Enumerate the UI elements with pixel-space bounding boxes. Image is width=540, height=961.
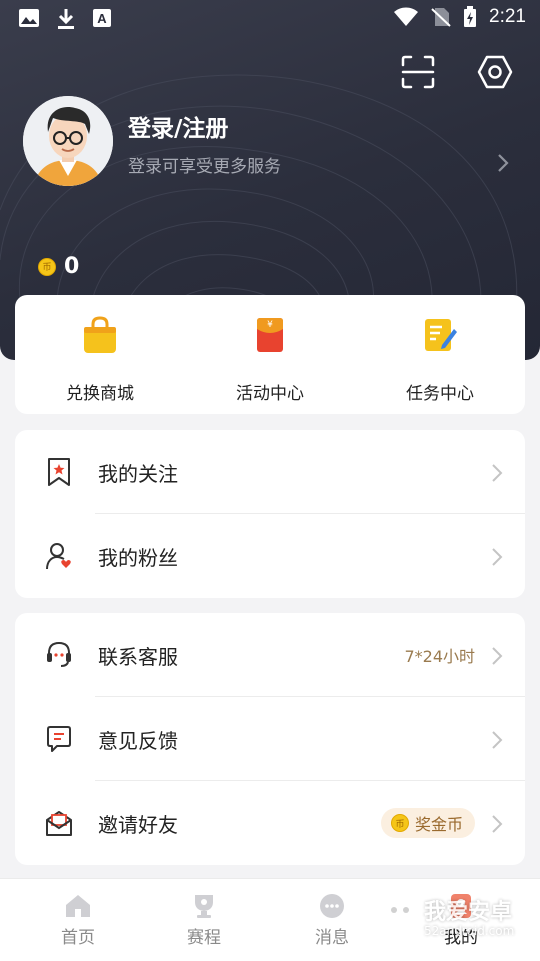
- my-follows-row[interactable]: 我的关注: [15, 430, 525, 514]
- chevron-right-icon: [492, 731, 503, 749]
- settings-button[interactable]: [477, 54, 513, 90]
- quick-label: 活动中心: [236, 384, 304, 404]
- customer-service-row[interactable]: 联系客服 7*24小时: [15, 613, 525, 697]
- row-label: 我的关注: [98, 461, 178, 486]
- tab-messages[interactable]: 消息: [292, 893, 372, 948]
- coin-count: 0: [64, 254, 80, 279]
- tab-label: 消息: [315, 928, 349, 948]
- headset-icon: [47, 641, 71, 667]
- coin-icon: 币: [390, 814, 409, 832]
- download-icon: [58, 9, 74, 29]
- avatar[interactable]: [23, 96, 113, 186]
- row-label: 联系客服: [98, 644, 178, 669]
- quick-label: 任务中心: [406, 384, 474, 404]
- chevron-right-icon: [492, 548, 503, 566]
- tab-home[interactable]: 首页: [38, 893, 118, 948]
- scan-icon: [401, 55, 435, 89]
- status-bar: A 2:21: [0, 0, 540, 36]
- android-mascot-icon: [383, 890, 417, 944]
- chevron-right-icon: [492, 464, 503, 482]
- scan-button[interactable]: [400, 54, 436, 90]
- invite-friends-row[interactable]: 邀请好友 币 奖金币: [15, 781, 525, 865]
- watermark-title: 我爱安卓: [424, 900, 513, 925]
- user-heart-icon: [46, 543, 71, 570]
- status-time: 2:21: [489, 6, 526, 27]
- watermark-logo: 我爱安卓 52android.com: [380, 888, 530, 948]
- chevron-right-icon: [492, 815, 503, 833]
- service-hours: 7*24小时: [404, 647, 475, 666]
- coin-icon: 币: [38, 257, 56, 276]
- quick-label: 兑换商城: [66, 384, 134, 404]
- tab-schedule[interactable]: 赛程: [164, 893, 244, 948]
- badge-label: 奖金币: [414, 815, 463, 834]
- bonus-coin-badge: 币 奖金币: [380, 808, 475, 838]
- quick-task-center[interactable]: 任务中心: [355, 295, 525, 414]
- image-icon: [19, 9, 39, 27]
- battery-charging-icon: [464, 6, 477, 27]
- task-note-icon: [425, 319, 457, 351]
- quick-exchange-mall[interactable]: 兑换商城: [15, 295, 185, 414]
- mail-invite-icon: [46, 811, 72, 836]
- wifi-icon: [394, 7, 419, 26]
- home-icon: [66, 895, 90, 917]
- chevron-right-icon: [492, 647, 503, 665]
- no-sim-icon: [431, 8, 451, 27]
- bookmark-star-icon: [48, 458, 70, 486]
- feedback-chat-icon: [47, 726, 71, 752]
- services-card: 联系客服 7*24小时 意见反馈 邀请好友 币 奖金币: [15, 613, 525, 865]
- svg-text:A: A: [97, 11, 107, 26]
- red-envelope-icon: ¥: [257, 318, 283, 352]
- login-subtitle: 登录可享受更多服务: [128, 157, 281, 177]
- quick-activity-center[interactable]: ¥ 活动中心: [185, 295, 355, 414]
- login-register-link[interactable]: 登录/注册: [128, 109, 228, 143]
- row-label: 我的粉丝: [98, 545, 178, 570]
- row-label: 意见反馈: [98, 728, 178, 753]
- profile-chevron-icon[interactable]: [496, 152, 510, 174]
- my-fans-row[interactable]: 我的粉丝: [15, 514, 525, 598]
- cartoon-avatar-icon: [23, 96, 113, 186]
- feedback-row[interactable]: 意见反馈: [15, 697, 525, 781]
- trophy-icon: [195, 895, 213, 918]
- tab-label: 赛程: [187, 928, 221, 948]
- row-label: 邀请好友: [98, 812, 178, 837]
- social-card: 我的关注 我的粉丝: [15, 430, 525, 598]
- settings-hexagon-icon: [477, 55, 513, 89]
- message-icon: [320, 894, 344, 918]
- coin-balance[interactable]: 币 0: [38, 254, 79, 279]
- tab-label: 首页: [61, 928, 95, 948]
- quick-actions-card: 兑换商城 ¥ 活动中心 任务中心: [15, 295, 525, 414]
- shopping-bag-icon: [84, 316, 116, 353]
- watermark-url: 52android.com: [424, 924, 515, 938]
- app-notification-icon: A: [93, 9, 111, 27]
- svg-text:¥: ¥: [267, 320, 273, 330]
